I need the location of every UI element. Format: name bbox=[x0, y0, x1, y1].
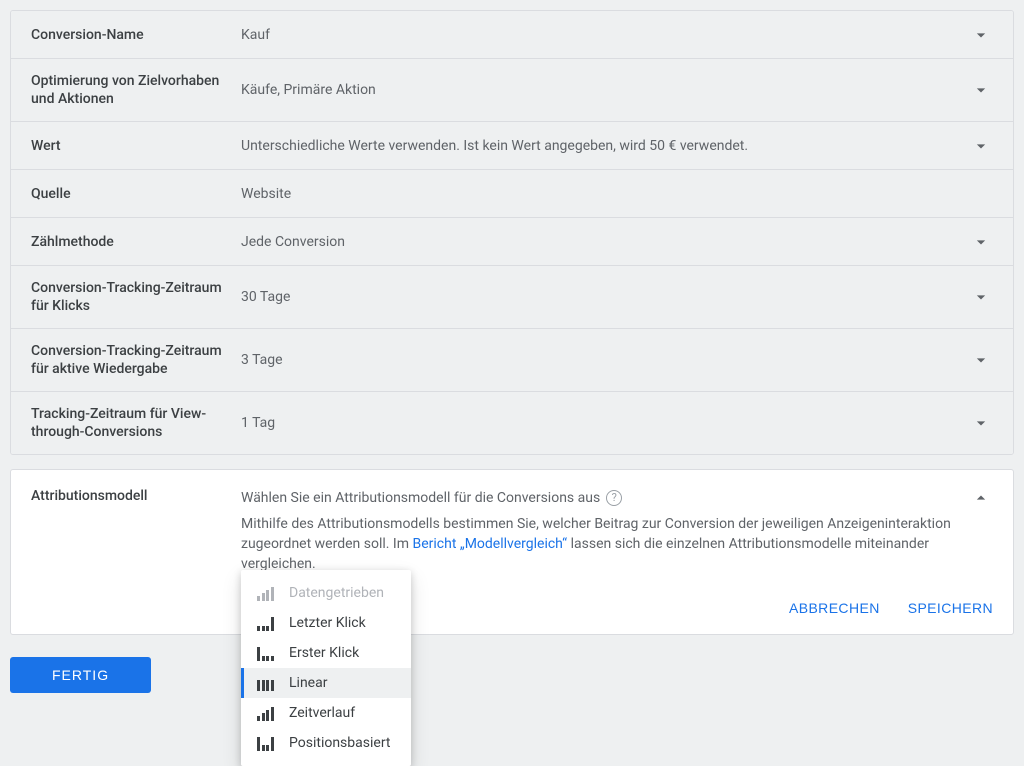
row-value: Unterschiedliche Werte verwenden. Ist ke… bbox=[241, 138, 969, 154]
row-value: Kauf bbox=[241, 27, 969, 43]
chevron-down-icon bbox=[971, 287, 991, 307]
expand-toggle[interactable] bbox=[969, 80, 993, 100]
dropdown-item-label: Letzter Klick bbox=[289, 615, 366, 631]
chevron-down-icon bbox=[971, 136, 991, 156]
dropdown-item[interactable]: Letzter Klick bbox=[241, 608, 411, 638]
chevron-down-icon bbox=[971, 350, 991, 370]
bar-chart-icon bbox=[257, 735, 277, 751]
expand-toggle[interactable] bbox=[969, 25, 993, 45]
dropdown-item-label: Positionsbasiert bbox=[289, 735, 390, 751]
row-value: 30 Tage bbox=[241, 289, 969, 305]
cancel-button[interactable]: ABBRECHEN bbox=[789, 600, 880, 616]
dropdown-item-label: Zeitverlauf bbox=[289, 705, 355, 721]
help-icon[interactable]: ? bbox=[606, 490, 622, 506]
dropdown-item-label: Erster Klick bbox=[289, 645, 359, 661]
dropdown-item: Datengetrieben bbox=[241, 578, 411, 608]
chevron-down-icon bbox=[971, 80, 991, 100]
expand-toggle[interactable] bbox=[969, 413, 993, 433]
bar-chart-icon bbox=[257, 585, 277, 601]
save-button[interactable]: SPEICHERN bbox=[908, 600, 993, 616]
settings-row[interactable]: WertUnterschiedliche Werte verwenden. Is… bbox=[11, 122, 1013, 170]
bar-chart-icon bbox=[257, 615, 277, 631]
row-value: 3 Tage bbox=[241, 352, 969, 368]
row-value: 1 Tag bbox=[241, 415, 969, 431]
row-label: Quelle bbox=[31, 185, 241, 203]
settings-card: Conversion-NameKauf Optimierung von Zielv… bbox=[10, 10, 1014, 455]
dropdown-item-label: Linear bbox=[289, 675, 327, 691]
row-value: Käufe, Primäre Aktion bbox=[241, 82, 969, 98]
row-label: Zählmethode bbox=[31, 233, 241, 251]
expand-toggle[interactable] bbox=[969, 136, 993, 156]
chevron-up-icon bbox=[971, 488, 991, 508]
chevron-down-icon bbox=[971, 232, 991, 252]
dropdown-item[interactable]: Zeitverlauf bbox=[241, 698, 411, 728]
bar-chart-icon bbox=[257, 675, 277, 691]
bar-chart-icon bbox=[257, 705, 277, 721]
chevron-down-icon bbox=[971, 413, 991, 433]
expand-toggle[interactable] bbox=[969, 287, 993, 307]
settings-row[interactable]: ZählmethodeJede Conversion bbox=[11, 218, 1013, 266]
dropdown-item-label: Datengetrieben bbox=[289, 585, 384, 601]
model-comparison-link[interactable]: Bericht „Modellvergleich“ bbox=[412, 536, 567, 552]
expand-toggle[interactable] bbox=[969, 350, 993, 370]
settings-row[interactable]: Optimierung von Zielvorhaben und Aktione… bbox=[11, 59, 1013, 122]
attribution-title: Wählen Sie ein Attributionsmodell für di… bbox=[241, 488, 600, 508]
attribution-panel: Attributionsmodell Wählen Sie ein Attrib… bbox=[10, 469, 1014, 635]
chevron-down-icon bbox=[971, 25, 991, 45]
expand-toggle[interactable] bbox=[969, 232, 993, 252]
settings-row[interactable]: Tracking-Zeitraum für View-through-Conve… bbox=[11, 392, 1013, 454]
row-label: Conversion-Tracking-Zeitraum für aktive … bbox=[31, 342, 241, 378]
dropdown-item[interactable]: Erster Klick bbox=[241, 638, 411, 668]
row-value: Website bbox=[241, 186, 969, 202]
row-label: Optimierung von Zielvorhaben und Aktione… bbox=[31, 72, 241, 108]
row-value: Jede Conversion bbox=[241, 234, 969, 250]
attribution-label: Attributionsmodell bbox=[31, 488, 241, 574]
settings-row: QuelleWebsite bbox=[11, 170, 1013, 218]
settings-row[interactable]: Conversion-Tracking-Zeitraum für aktive … bbox=[11, 329, 1013, 392]
dropdown-item[interactable]: Linear bbox=[241, 668, 411, 698]
attribution-title-line: Wählen Sie ein Attributionsmodell für di… bbox=[241, 488, 969, 508]
settings-row[interactable]: Conversion-NameKauf bbox=[11, 11, 1013, 59]
collapse-toggle[interactable] bbox=[969, 488, 993, 574]
row-label: Conversion-Tracking-Zeitraum für Klicks bbox=[31, 279, 241, 315]
row-label: Conversion-Name bbox=[31, 26, 241, 44]
dropdown-item[interactable]: Positionsbasiert bbox=[241, 728, 411, 758]
settings-row[interactable]: Conversion-Tracking-Zeitraum für Klicks3… bbox=[11, 266, 1013, 329]
row-label: Wert bbox=[31, 137, 241, 155]
attribution-description: Mithilfe des Attributionsmodells bestimm… bbox=[241, 514, 969, 574]
bar-chart-icon bbox=[257, 645, 277, 661]
done-button[interactable]: FERTIG bbox=[10, 657, 151, 693]
attribution-dropdown: Datengetrieben Letzter Klick Erster Klick L… bbox=[241, 570, 411, 766]
row-label: Tracking-Zeitraum für View-through-Conve… bbox=[31, 405, 241, 441]
